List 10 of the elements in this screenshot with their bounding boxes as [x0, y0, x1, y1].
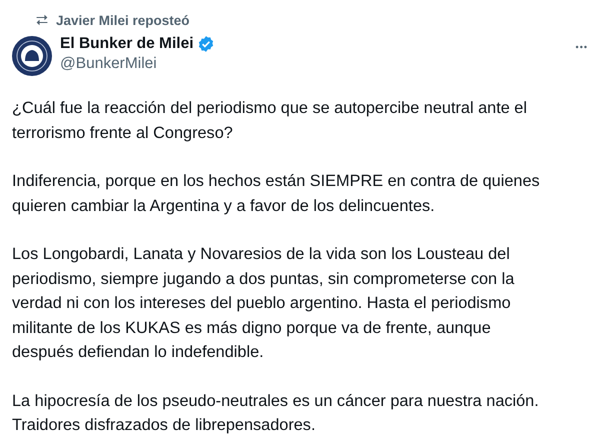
author-name[interactable]: El Bunker de Milei [60, 34, 194, 54]
tweet-paragraph: La hipocresía de los pseudo-neutrales es un cáncer para nuestra nación. Traidores disfrazados de librepensadores. [12, 390, 540, 436]
avatar-icon[interactable] [12, 36, 52, 76]
repost-label: Javier Milei reposteó [56, 12, 190, 28]
tweet-paragraph: Indiferencia, porque en los hechos están SIEMPRE en contra de quienes quieren cambiar la Argentina y a favor de los delincuentes. [12, 171, 541, 216]
tweet-paragraph: ¿Cuál fue la reacción del periodismo que se autopercibe neutral ante el terrorismo frente al Congreso? [12, 98, 528, 144]
author-handle[interactable]: @BunkerMilei [60, 54, 568, 74]
tweet-paragraph: Los Longobardi, Lanata y Novaresios de la vida son los Lousteau del periodismo, siempre jugando a dos puntas, sin comprometerse con la verdad ni con los intereses del pueblo argentino. Hasta el periodismo militante de los KUKAS es más digno porque va de frente, aunque después defiendan lo indefendible. [12, 244, 516, 363]
repost-icon: ⮂ [36, 12, 48, 28]
more-options-button[interactable]: ••• [576, 42, 588, 52]
